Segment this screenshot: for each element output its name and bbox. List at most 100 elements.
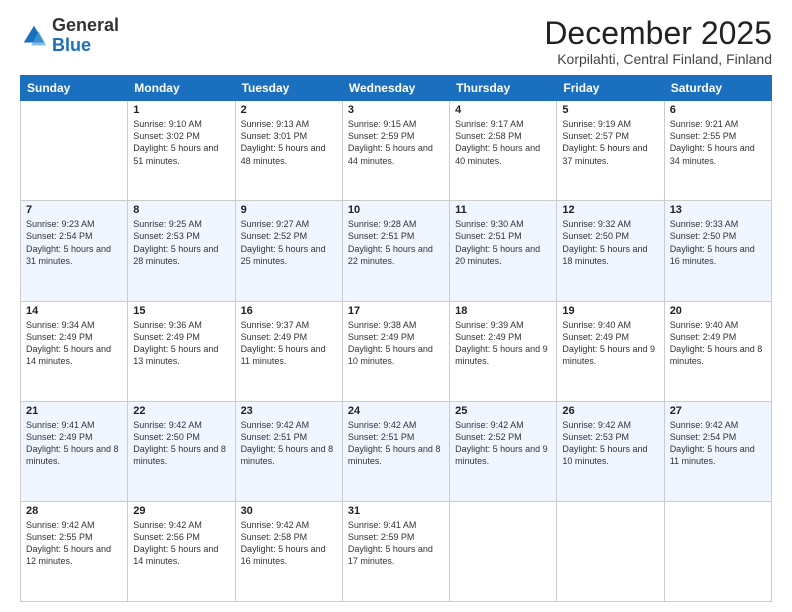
month-title: December 2025 — [544, 16, 772, 51]
day-number: 31 — [348, 505, 444, 517]
table-row — [21, 101, 128, 201]
day-number: 5 — [562, 104, 658, 116]
day-number: 1 — [133, 104, 229, 116]
table-row — [664, 501, 771, 601]
table-row: 18 Sunrise: 9:39 AMSunset: 2:49 PMDaylig… — [450, 301, 557, 401]
calendar-table: Sunday Monday Tuesday Wednesday Thursday… — [20, 75, 772, 602]
table-row: 15 Sunrise: 9:36 AMSunset: 2:49 PMDaylig… — [128, 301, 235, 401]
day-info: Sunrise: 9:42 AMSunset: 2:53 PMDaylight:… — [562, 419, 658, 468]
day-info: Sunrise: 9:17 AMSunset: 2:58 PMDaylight:… — [455, 118, 551, 167]
day-info: Sunrise: 9:37 AMSunset: 2:49 PMDaylight:… — [241, 319, 337, 368]
day-info: Sunrise: 9:41 AMSunset: 2:59 PMDaylight:… — [348, 519, 444, 568]
col-monday: Monday — [128, 76, 235, 101]
day-number: 4 — [455, 104, 551, 116]
table-row: 19 Sunrise: 9:40 AMSunset: 2:49 PMDaylig… — [557, 301, 664, 401]
table-row: 12 Sunrise: 9:32 AMSunset: 2:50 PMDaylig… — [557, 201, 664, 301]
day-number: 19 — [562, 305, 658, 317]
week-row-3: 21 Sunrise: 9:41 AMSunset: 2:49 PMDaylig… — [21, 401, 772, 501]
logo-text: General Blue — [52, 16, 119, 56]
day-info: Sunrise: 9:19 AMSunset: 2:57 PMDaylight:… — [562, 118, 658, 167]
day-number: 8 — [133, 204, 229, 216]
day-info: Sunrise: 9:28 AMSunset: 2:51 PMDaylight:… — [348, 218, 444, 267]
day-number: 7 — [26, 204, 122, 216]
logo-general: General — [52, 15, 119, 35]
day-info: Sunrise: 9:25 AMSunset: 2:53 PMDaylight:… — [133, 218, 229, 267]
table-row: 29 Sunrise: 9:42 AMSunset: 2:56 PMDaylig… — [128, 501, 235, 601]
day-info: Sunrise: 9:42 AMSunset: 2:56 PMDaylight:… — [133, 519, 229, 568]
week-row-1: 7 Sunrise: 9:23 AMSunset: 2:54 PMDayligh… — [21, 201, 772, 301]
day-info: Sunrise: 9:38 AMSunset: 2:49 PMDaylight:… — [348, 319, 444, 368]
day-info: Sunrise: 9:30 AMSunset: 2:51 PMDaylight:… — [455, 218, 551, 267]
day-number: 23 — [241, 405, 337, 417]
table-row: 11 Sunrise: 9:30 AMSunset: 2:51 PMDaylig… — [450, 201, 557, 301]
day-number: 6 — [670, 104, 766, 116]
day-number: 10 — [348, 204, 444, 216]
day-info: Sunrise: 9:42 AMSunset: 2:50 PMDaylight:… — [133, 419, 229, 468]
day-number: 13 — [670, 204, 766, 216]
table-row: 20 Sunrise: 9:40 AMSunset: 2:49 PMDaylig… — [664, 301, 771, 401]
day-number: 22 — [133, 405, 229, 417]
day-info: Sunrise: 9:15 AMSunset: 2:59 PMDaylight:… — [348, 118, 444, 167]
table-row: 22 Sunrise: 9:42 AMSunset: 2:50 PMDaylig… — [128, 401, 235, 501]
table-row: 23 Sunrise: 9:42 AMSunset: 2:51 PMDaylig… — [235, 401, 342, 501]
day-info: Sunrise: 9:40 AMSunset: 2:49 PMDaylight:… — [670, 319, 766, 368]
table-row: 27 Sunrise: 9:42 AMSunset: 2:54 PMDaylig… — [664, 401, 771, 501]
table-row: 31 Sunrise: 9:41 AMSunset: 2:59 PMDaylig… — [342, 501, 449, 601]
table-row: 16 Sunrise: 9:37 AMSunset: 2:49 PMDaylig… — [235, 301, 342, 401]
header-row: Sunday Monday Tuesday Wednesday Thursday… — [21, 76, 772, 101]
day-number: 27 — [670, 405, 766, 417]
table-row: 6 Sunrise: 9:21 AMSunset: 2:55 PMDayligh… — [664, 101, 771, 201]
day-number: 24 — [348, 405, 444, 417]
logo-icon — [20, 22, 48, 50]
day-info: Sunrise: 9:34 AMSunset: 2:49 PMDaylight:… — [26, 319, 122, 368]
title-block: December 2025 Korpilahti, Central Finlan… — [544, 16, 772, 67]
day-number: 18 — [455, 305, 551, 317]
col-saturday: Saturday — [664, 76, 771, 101]
table-row: 13 Sunrise: 9:33 AMSunset: 2:50 PMDaylig… — [664, 201, 771, 301]
table-row: 2 Sunrise: 9:13 AMSunset: 3:01 PMDayligh… — [235, 101, 342, 201]
day-number: 29 — [133, 505, 229, 517]
day-number: 12 — [562, 204, 658, 216]
day-info: Sunrise: 9:23 AMSunset: 2:54 PMDaylight:… — [26, 218, 122, 267]
col-friday: Friday — [557, 76, 664, 101]
day-number: 26 — [562, 405, 658, 417]
day-info: Sunrise: 9:40 AMSunset: 2:49 PMDaylight:… — [562, 319, 658, 368]
table-row: 5 Sunrise: 9:19 AMSunset: 2:57 PMDayligh… — [557, 101, 664, 201]
day-number: 17 — [348, 305, 444, 317]
page: General Blue December 2025 Korpilahti, C… — [0, 0, 792, 612]
day-number: 21 — [26, 405, 122, 417]
day-number: 3 — [348, 104, 444, 116]
table-row: 30 Sunrise: 9:42 AMSunset: 2:58 PMDaylig… — [235, 501, 342, 601]
table-row: 25 Sunrise: 9:42 AMSunset: 2:52 PMDaylig… — [450, 401, 557, 501]
day-info: Sunrise: 9:21 AMSunset: 2:55 PMDaylight:… — [670, 118, 766, 167]
day-info: Sunrise: 9:41 AMSunset: 2:49 PMDaylight:… — [26, 419, 122, 468]
logo: General Blue — [20, 16, 119, 56]
day-info: Sunrise: 9:42 AMSunset: 2:52 PMDaylight:… — [455, 419, 551, 468]
day-info: Sunrise: 9:33 AMSunset: 2:50 PMDaylight:… — [670, 218, 766, 267]
location-subtitle: Korpilahti, Central Finland, Finland — [544, 51, 772, 67]
day-info: Sunrise: 9:13 AMSunset: 3:01 PMDaylight:… — [241, 118, 337, 167]
day-number: 14 — [26, 305, 122, 317]
table-row: 17 Sunrise: 9:38 AMSunset: 2:49 PMDaylig… — [342, 301, 449, 401]
week-row-2: 14 Sunrise: 9:34 AMSunset: 2:49 PMDaylig… — [21, 301, 772, 401]
day-number: 30 — [241, 505, 337, 517]
table-row: 26 Sunrise: 9:42 AMSunset: 2:53 PMDaylig… — [557, 401, 664, 501]
table-row: 4 Sunrise: 9:17 AMSunset: 2:58 PMDayligh… — [450, 101, 557, 201]
day-info: Sunrise: 9:27 AMSunset: 2:52 PMDaylight:… — [241, 218, 337, 267]
week-row-0: 1 Sunrise: 9:10 AMSunset: 3:02 PMDayligh… — [21, 101, 772, 201]
day-info: Sunrise: 9:39 AMSunset: 2:49 PMDaylight:… — [455, 319, 551, 368]
day-number: 11 — [455, 204, 551, 216]
day-number: 25 — [455, 405, 551, 417]
col-tuesday: Tuesday — [235, 76, 342, 101]
table-row: 1 Sunrise: 9:10 AMSunset: 3:02 PMDayligh… — [128, 101, 235, 201]
table-row: 10 Sunrise: 9:28 AMSunset: 2:51 PMDaylig… — [342, 201, 449, 301]
day-info: Sunrise: 9:42 AMSunset: 2:51 PMDaylight:… — [348, 419, 444, 468]
day-info: Sunrise: 9:42 AMSunset: 2:55 PMDaylight:… — [26, 519, 122, 568]
table-row — [450, 501, 557, 601]
table-row — [557, 501, 664, 601]
day-info: Sunrise: 9:42 AMSunset: 2:58 PMDaylight:… — [241, 519, 337, 568]
table-row: 3 Sunrise: 9:15 AMSunset: 2:59 PMDayligh… — [342, 101, 449, 201]
table-row: 8 Sunrise: 9:25 AMSunset: 2:53 PMDayligh… — [128, 201, 235, 301]
header: General Blue December 2025 Korpilahti, C… — [20, 16, 772, 67]
table-row: 14 Sunrise: 9:34 AMSunset: 2:49 PMDaylig… — [21, 301, 128, 401]
